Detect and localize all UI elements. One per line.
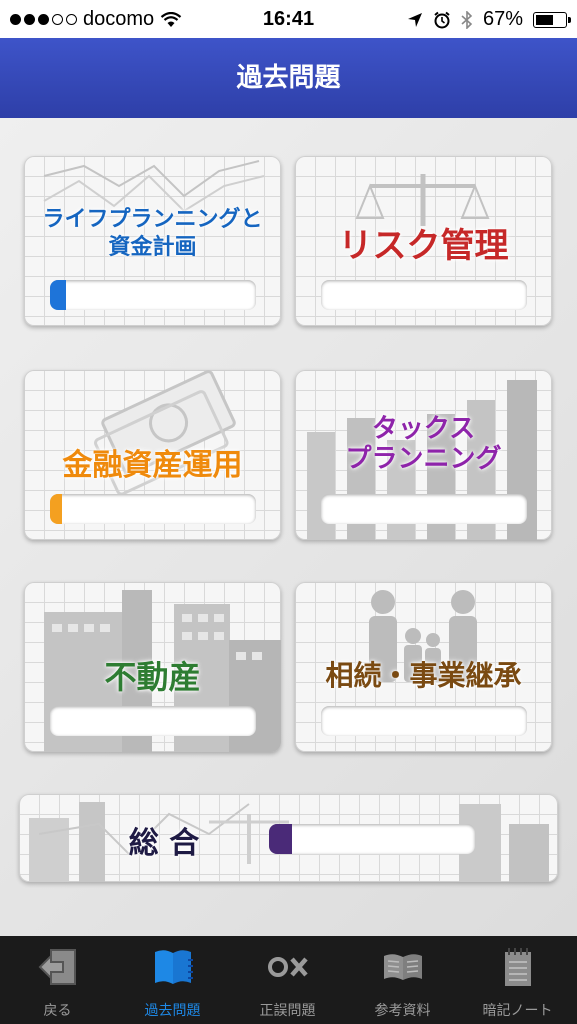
alarm-icon	[434, 11, 450, 28]
progress-bar	[321, 706, 527, 736]
category-card-lifeplanning[interactable]: ライフプランニングと 資金計画	[24, 156, 281, 326]
progress-bar	[321, 494, 527, 524]
card-title-line2: 資金計画	[108, 235, 197, 260]
card-title-line1: ライフプランニングと	[42, 207, 263, 232]
tab-label: 参考資料	[374, 1003, 431, 1019]
progress-bar	[50, 494, 256, 524]
tab-label: 戻る	[43, 1003, 72, 1019]
category-card-overall[interactable]: 総 合	[19, 794, 558, 882]
progress-bar	[50, 280, 256, 310]
book-icon	[155, 950, 193, 984]
card-title-line1: タックス	[371, 414, 476, 444]
card-title: 相続・事業継承	[325, 659, 522, 692]
status-bar: docomo 16:41 67%	[0, 0, 577, 38]
tab-label: 暗記ノート	[482, 1003, 553, 1019]
notepad-icon	[505, 948, 531, 986]
back-icon	[38, 949, 76, 985]
category-card-inheritance[interactable]: 相続・事業継承	[295, 582, 552, 752]
category-card-tax[interactable]: タックス プランニング	[295, 370, 552, 540]
open-book-icon	[384, 954, 422, 980]
battery-icon	[533, 11, 571, 28]
card-title: リスク管理	[338, 226, 509, 266]
tab-past-questions[interactable]: 過去問題	[115, 936, 230, 1024]
content-area: ライフプランニングと 資金計画 リスク管理 金融資産運用 タックス プランニング…	[0, 118, 577, 936]
card-title: 不動産	[104, 658, 201, 696]
location-icon	[407, 12, 422, 27]
category-card-risk[interactable]: リスク管理	[295, 156, 552, 326]
tab-true-false[interactable]: 正誤問題	[230, 936, 345, 1024]
ox-icon	[268, 957, 308, 977]
progress-bar	[269, 824, 475, 854]
nav-bar: 過去問題	[0, 38, 577, 118]
tab-label: 過去問題	[144, 1003, 201, 1019]
tab-bar: 戻る 過去問題 正誤問題 参考資料 暗記ノート	[0, 936, 577, 1024]
progress-bar	[50, 706, 256, 736]
card-title: 総 合	[128, 826, 200, 861]
category-card-assets[interactable]: 金融資産運用	[24, 370, 281, 540]
category-card-realestate[interactable]: 不動産	[24, 582, 281, 752]
battery-percent: 67%	[482, 8, 523, 30]
tab-back[interactable]: 戻る	[0, 936, 115, 1024]
tab-label: 正誤問題	[259, 1003, 316, 1019]
card-title: 金融資産運用	[62, 448, 243, 483]
tab-memo-notes[interactable]: 暗記ノート	[460, 936, 575, 1024]
bluetooth-icon	[461, 10, 473, 29]
progress-bar	[321, 280, 527, 310]
tab-reference[interactable]: 参考資料	[345, 936, 460, 1024]
card-title-line2: プランニング	[345, 444, 502, 474]
page-title: 過去問題	[236, 63, 341, 93]
